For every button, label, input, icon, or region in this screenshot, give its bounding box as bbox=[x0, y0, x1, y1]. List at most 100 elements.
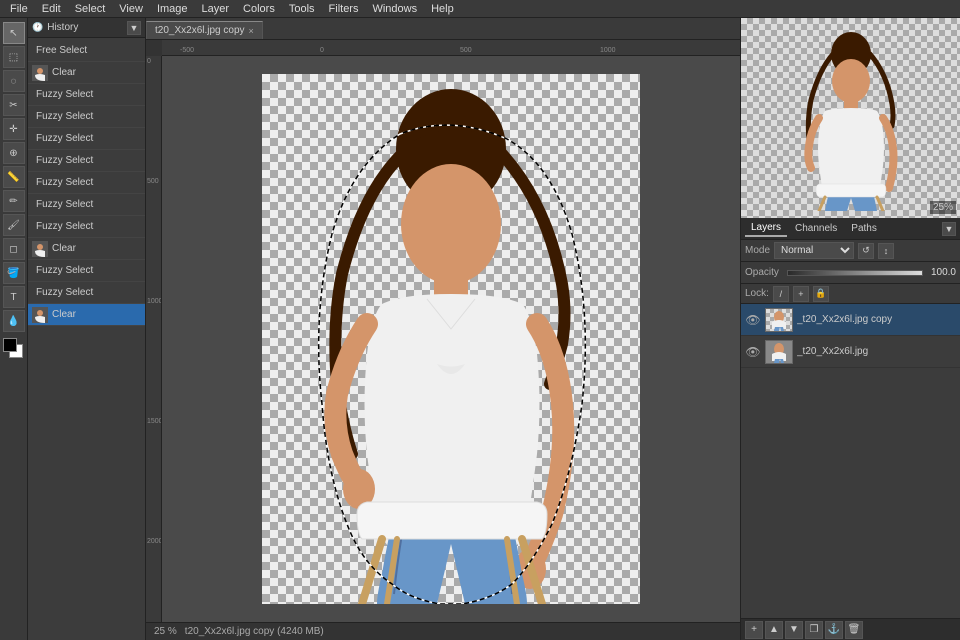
main-layout: ↖ ⬚ ◌ ✂ ✛ ⊕ 📏 ✏ 🖌 ◻ 🪣 T 💧 🕐 History ▼ Fr… bbox=[0, 18, 960, 640]
menu-item-layer[interactable]: Layer bbox=[196, 2, 236, 16]
ruler-v-mark: 1000 bbox=[146, 298, 161, 358]
opacity-row: Opacity 100.0 bbox=[741, 262, 960, 284]
menu-item-colors[interactable]: Colors bbox=[237, 2, 281, 16]
delete-layer-button[interactable]: 🗑 bbox=[845, 621, 863, 639]
history-item-label: Fuzzy Select bbox=[36, 89, 93, 100]
menu-item-windows[interactable]: Windows bbox=[366, 2, 423, 16]
zoom-level: 25 % bbox=[154, 626, 177, 637]
foreground-color-swatch[interactable] bbox=[3, 338, 17, 352]
history-item[interactable]: Fuzzy Select bbox=[28, 106, 145, 128]
tab-layers[interactable]: Layers bbox=[745, 220, 787, 237]
history-item[interactable]: Fuzzy Select bbox=[28, 216, 145, 238]
tool-paint[interactable]: 🖌 bbox=[3, 214, 25, 236]
layer-name-copy: _t20_Xx2x6l.jpg copy bbox=[797, 314, 956, 325]
history-item[interactable]: Fuzzy Select bbox=[28, 84, 145, 106]
tool-free-select[interactable]: ◌ bbox=[3, 70, 25, 92]
tool-text[interactable]: T bbox=[3, 286, 25, 308]
history-menu-btn[interactable]: ▼ bbox=[127, 21, 141, 35]
menu-item-select[interactable]: Select bbox=[69, 2, 112, 16]
history-item[interactable]: Clear bbox=[28, 62, 145, 84]
menu-item-filters[interactable]: Filters bbox=[323, 2, 365, 16]
tool-crop[interactable]: ✂ bbox=[3, 94, 25, 116]
tool-pencil[interactable]: ✏ bbox=[3, 190, 25, 212]
anchor-layer-button[interactable]: ⚓ bbox=[825, 621, 843, 639]
history-list: Free SelectClearFuzzy SelectFuzzy Select… bbox=[28, 38, 145, 640]
history-item[interactable]: Fuzzy Select bbox=[28, 194, 145, 216]
mode-swap-btn[interactable]: ↕ bbox=[878, 243, 894, 259]
history-item[interactable]: Fuzzy Select bbox=[28, 150, 145, 172]
top-ruler-row: -50005001000150020002500 bbox=[146, 40, 740, 56]
ruler-v-mark: 1500 bbox=[146, 418, 161, 478]
mode-select[interactable]: Normal bbox=[774, 242, 854, 259]
tool-move[interactable]: ✛ bbox=[3, 118, 25, 140]
history-icon: 🕐 bbox=[32, 22, 43, 33]
layer-item-original[interactable]: 👁 _t20_Xx2x6l.jpg bbox=[741, 336, 960, 368]
lock-row: Lock: / + 🔒 bbox=[741, 284, 960, 304]
layer-item-copy[interactable]: 👁 _t20_Xx2x6l.jpg copy bbox=[741, 304, 960, 336]
canvas-viewport[interactable] bbox=[162, 56, 740, 622]
opacity-value: 100.0 bbox=[931, 267, 956, 278]
layers-list: 👁 _t20_Xx2x6l.jpg copy bbox=[741, 304, 960, 618]
ruler-v-mark: 0 bbox=[146, 58, 161, 118]
layers-bottom-bar: + ▲ ▼ ❐ ⚓ 🗑 bbox=[741, 618, 960, 640]
duplicate-layer-button[interactable]: ❐ bbox=[805, 621, 823, 639]
menu-item-edit[interactable]: Edit bbox=[36, 2, 67, 16]
history-thumb bbox=[32, 65, 48, 81]
canvas-svg bbox=[262, 74, 640, 604]
ruler-h-mark: 1000 bbox=[600, 47, 616, 54]
history-item-label: Fuzzy Select bbox=[36, 287, 93, 298]
ruler-v-mark: 2000 bbox=[146, 538, 161, 598]
history-item[interactable]: Fuzzy Select bbox=[28, 282, 145, 304]
layer-visibility-copy[interactable]: 👁 bbox=[745, 312, 761, 328]
history-item[interactable]: Clear bbox=[28, 238, 145, 260]
menu-item-view[interactable]: View bbox=[113, 2, 149, 16]
history-item[interactable]: Fuzzy Select bbox=[28, 260, 145, 282]
history-item[interactable]: Fuzzy Select bbox=[28, 128, 145, 150]
menu-bar: File Edit Select View Image Layer Colors… bbox=[0, 0, 960, 18]
tab-channels[interactable]: Channels bbox=[789, 221, 843, 236]
tool-eyedropper[interactable]: 💧 bbox=[3, 310, 25, 332]
opacity-slider[interactable] bbox=[787, 270, 923, 276]
menu-item-image[interactable]: Image bbox=[151, 2, 194, 16]
raise-layer-button[interactable]: ▲ bbox=[765, 621, 783, 639]
layer-thumb-copy bbox=[765, 308, 793, 332]
canvas-tab-active[interactable]: t20_Xx2x6l.jpg copy × bbox=[146, 21, 263, 39]
tool-measure[interactable]: 📏 bbox=[3, 166, 25, 188]
canvas-container bbox=[262, 74, 640, 604]
history-item[interactable]: Clear bbox=[28, 304, 145, 326]
tool-select[interactable]: ↖ bbox=[3, 22, 25, 44]
lock-move-btn[interactable]: 🔒 bbox=[813, 286, 829, 302]
history-item-label: Fuzzy Select bbox=[36, 265, 93, 276]
history-item[interactable]: Free Select bbox=[28, 40, 145, 62]
history-item-label: Fuzzy Select bbox=[36, 111, 93, 122]
ruler-v-mark: 500 bbox=[146, 178, 161, 238]
menu-item-tools[interactable]: Tools bbox=[283, 2, 321, 16]
color-swatches[interactable] bbox=[3, 338, 25, 364]
new-layer-button[interactable]: + bbox=[745, 621, 763, 639]
layers-panel-menu[interactable]: ▼ bbox=[942, 222, 956, 236]
tab-paths[interactable]: Paths bbox=[845, 221, 883, 236]
lock-paint-btn[interactable]: + bbox=[793, 286, 809, 302]
zoom-indicator: 25% bbox=[930, 201, 956, 214]
history-item[interactable]: Fuzzy Select bbox=[28, 172, 145, 194]
menu-item-help[interactable]: Help bbox=[425, 2, 460, 16]
left-ruler: 0 500 1000 1500 2000 bbox=[146, 56, 162, 622]
mode-reset-btn[interactable]: ↺ bbox=[858, 243, 874, 259]
tab-close-button[interactable]: × bbox=[249, 26, 254, 36]
tool-zoom[interactable]: ⊕ bbox=[3, 142, 25, 164]
history-item-label: Fuzzy Select bbox=[36, 199, 93, 210]
layer-thumb-original bbox=[765, 340, 793, 364]
layer-visibility-original[interactable]: 👁 bbox=[745, 344, 761, 360]
lock-alpha-btn[interactable]: / bbox=[773, 286, 789, 302]
lower-layer-button[interactable]: ▼ bbox=[785, 621, 803, 639]
history-item-label: Fuzzy Select bbox=[36, 177, 93, 188]
tool-bucket[interactable]: 🪣 bbox=[3, 262, 25, 284]
menu-item-file[interactable]: File bbox=[4, 2, 34, 16]
mode-label: Mode bbox=[745, 245, 770, 256]
canvas-area: t20_Xx2x6l.jpg copy × -50005001000150020… bbox=[146, 18, 740, 640]
ruler-and-canvas: -50005001000150020002500 0 500 1000 1500 200… bbox=[146, 40, 740, 622]
tool-eraser[interactable]: ◻ bbox=[3, 238, 25, 260]
preview-svg bbox=[781, 26, 921, 211]
history-item-label: Clear bbox=[52, 243, 76, 254]
tool-fuzzy-select[interactable]: ⬚ bbox=[3, 46, 25, 68]
